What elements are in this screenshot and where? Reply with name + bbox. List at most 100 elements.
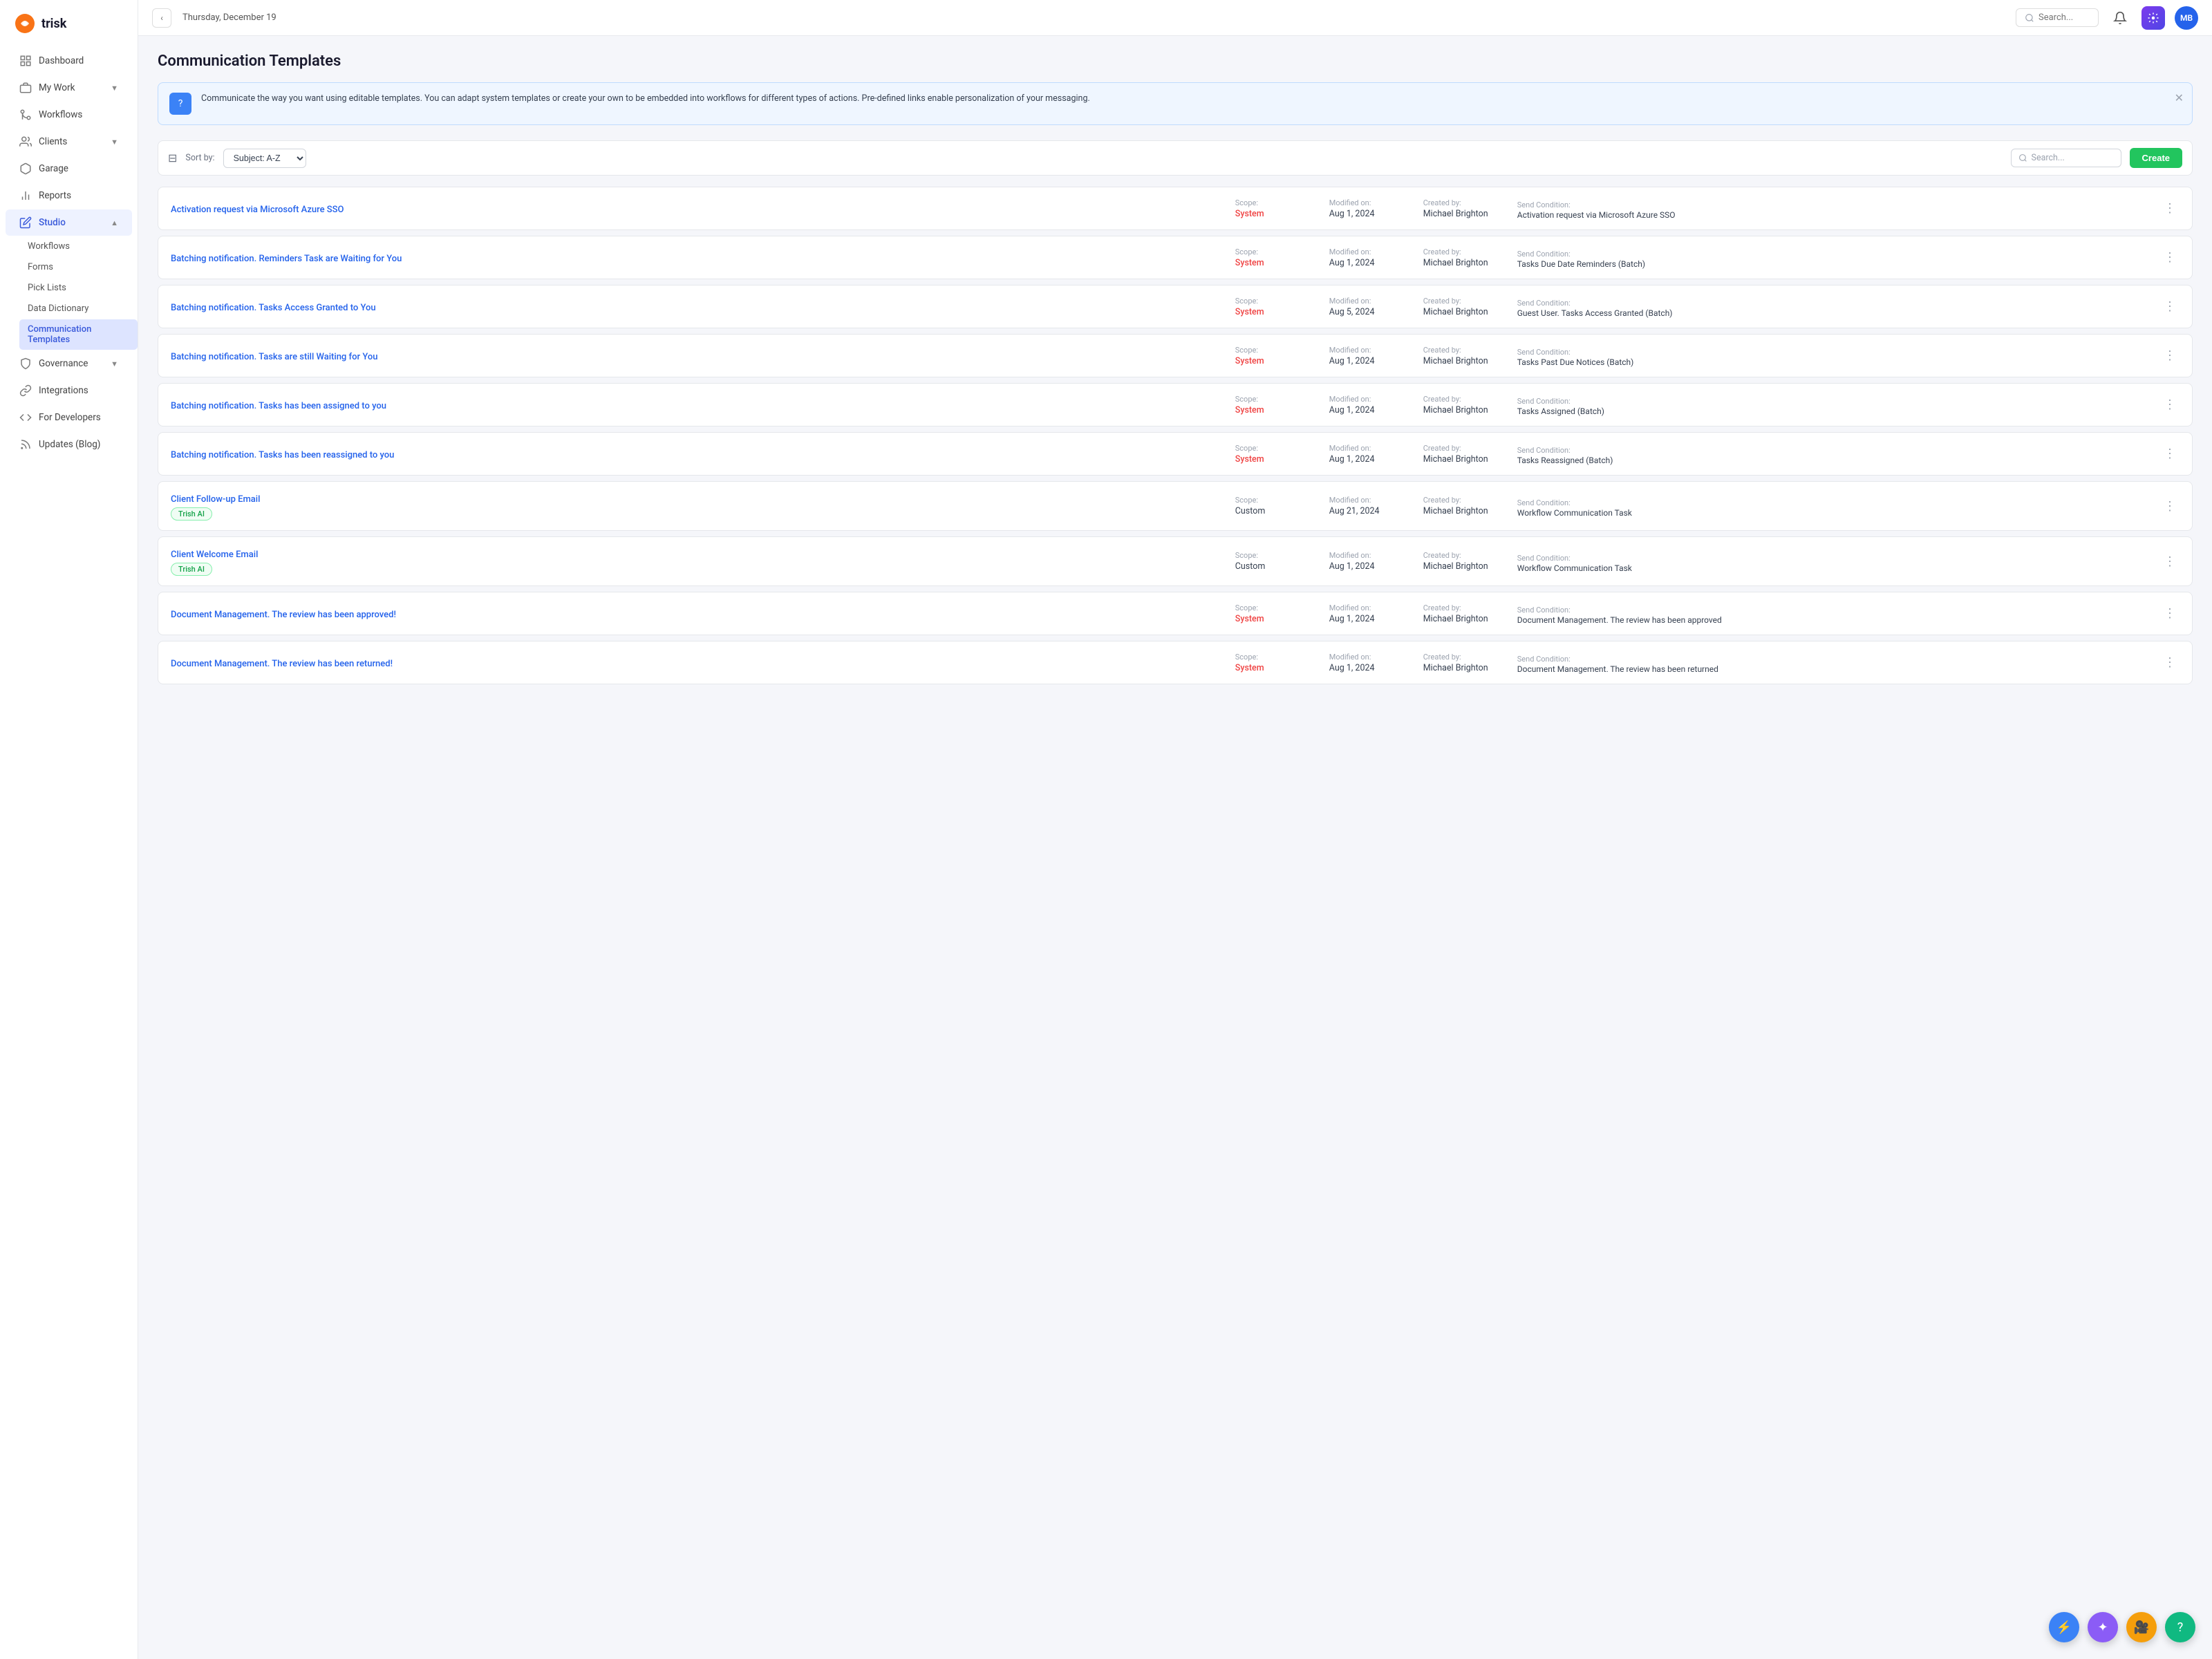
template-created-col: Created by: Michael Brighton [1423,496,1506,516]
edit-icon [19,216,32,229]
template-name-col: Client Welcome Email Trish AI [171,547,1224,576]
template-name-link[interactable]: Batching notification. Reminders Task ar… [171,254,402,264]
ai-avatar[interactable] [2141,6,2165,30]
send-condition-label: Send Condition: [1517,200,1571,209]
sidebar-item-pick-lists-sub[interactable]: Pick Lists [19,278,138,298]
main-content: Communication Templates ? Communicate th… [138,36,2212,1659]
template-menu-button[interactable]: ⋮ [2160,346,2180,366]
scope-label: Scope: [1235,551,1318,560]
send-condition-value: Document Management. The review has been… [1517,615,2149,625]
scope-label: Scope: [1235,653,1318,662]
modified-value: Aug 5, 2024 [1329,307,1412,317]
send-condition-value: Tasks Assigned (Batch) [1517,406,2149,416]
template-modified-col: Modified on: Aug 1, 2024 [1329,653,1412,673]
send-condition-value: Tasks Due Date Reminders (Batch) [1517,259,2149,269]
ai-icon [2147,12,2159,24]
topbar-search-label: Search... [2038,12,2073,23]
template-name-link[interactable]: Client Welcome Email [171,550,258,560]
sidebar-item-workflows-sub[interactable]: Workflows [19,236,138,256]
template-send-col: Send Condition: Tasks Past Due Notices (… [1517,344,2149,367]
template-name-link[interactable]: Client Follow-up Email [171,494,260,505]
template-row: Batching notification. Tasks are still W… [158,334,2193,377]
template-menu-button[interactable]: ⋮ [2160,297,2180,317]
fab-lightning-button[interactable]: ⚡ [2049,1612,2079,1642]
template-menu-button[interactable]: ⋮ [2160,444,2180,464]
scope-label: Scope: [1235,444,1318,453]
template-row: Batching notification. Tasks Access Gran… [158,285,2193,328]
fab-sparkle-button[interactable]: ✦ [2088,1612,2118,1642]
template-name-link[interactable]: Batching notification. Tasks has been re… [171,450,394,460]
user-avatar[interactable]: MB [2175,6,2198,30]
grid-icon [19,55,32,67]
sidebar-item-reports[interactable]: Reports [6,182,132,209]
created-value: Michael Brighton [1423,454,1506,465]
template-menu-button[interactable]: ⋮ [2160,248,2180,268]
template-name-link[interactable]: Document Management. The review has been… [171,610,396,620]
sidebar-item-my-work[interactable]: My Work ▼ [6,75,132,101]
info-banner-icon: ? [169,93,191,115]
sidebar-item-data-dictionary-sub[interactable]: Data Dictionary [19,299,138,319]
template-menu-button[interactable]: ⋮ [2160,395,2180,415]
template-menu-button[interactable]: ⋮ [2160,199,2180,218]
template-menu-button[interactable]: ⋮ [2160,653,2180,673]
collapse-sidebar-button[interactable]: ‹ [152,8,171,28]
workflow-icon [19,109,32,121]
modified-label: Modified on: [1329,297,1412,306]
sidebar-item-for-developers-label: For Developers [39,412,101,423]
template-created-col: Created by: Michael Brighton [1423,346,1506,366]
filter-icon[interactable]: ⊟ [168,151,177,165]
template-name-col: Batching notification. Tasks Access Gran… [171,300,1224,313]
code-icon [19,411,32,424]
modified-value: Aug 1, 2024 [1329,405,1412,415]
send-condition-label: Send Condition: [1517,655,1571,664]
sidebar-item-communication-templates-sub[interactable]: Communication Templates [19,319,138,350]
template-menu-button[interactable]: ⋮ [2160,552,2180,571]
send-condition-value: Guest User. Tasks Access Granted (Batch) [1517,308,2149,318]
create-button[interactable]: Create [2130,148,2182,168]
sort-select[interactable]: Subject: A-Z Subject: Z-A Modified Date … [223,149,306,168]
template-menu-button[interactable]: ⋮ [2160,604,2180,624]
sidebar-item-clients[interactable]: Clients ▼ [6,129,132,155]
template-row: Batching notification. Reminders Task ar… [158,236,2193,279]
template-row: Activation request via Microsoft Azure S… [158,187,2193,230]
sidebar-item-updates-blog[interactable]: Updates (Blog) [6,431,132,458]
fab-help-button[interactable]: ? [2165,1612,2195,1642]
template-created-col: Created by: Michael Brighton [1423,444,1506,465]
created-label: Created by: [1423,653,1506,662]
template-name-link[interactable]: Batching notification. Tasks are still W… [171,352,377,362]
template-menu-button[interactable]: ⋮ [2160,496,2180,516]
sidebar-item-garage[interactable]: Garage [6,156,132,182]
sidebar-item-dashboard[interactable]: Dashboard [6,48,132,74]
sidebar-item-forms-sub[interactable]: Forms [19,257,138,277]
template-name-link[interactable]: Document Management. The review has been… [171,659,393,669]
modified-label: Modified on: [1329,653,1412,662]
template-name-col: Document Management. The review has been… [171,656,1224,669]
sidebar-item-integrations[interactable]: Integrations [6,377,132,404]
template-scope-col: Scope: System [1235,444,1318,465]
template-name-link[interactable]: Batching notification. Tasks Access Gran… [171,303,376,313]
governance-arrow: ▼ [111,359,118,368]
template-modified-col: Modified on: Aug 21, 2024 [1329,496,1412,516]
sidebar-item-governance[interactable]: Governance ▼ [6,350,132,377]
created-label: Created by: [1423,297,1506,306]
template-search[interactable]: Search... [2011,149,2121,167]
created-label: Created by: [1423,603,1506,612]
topbar-search[interactable]: Search... [2016,8,2099,27]
template-scope-col: Scope: System [1235,346,1318,366]
send-condition-label: Send Condition: [1517,348,1571,357]
modified-value: Aug 1, 2024 [1329,454,1412,465]
template-name-link[interactable]: Batching notification. Tasks has been as… [171,401,386,411]
sidebar-item-studio[interactable]: Studio ▲ [6,209,132,236]
created-label: Created by: [1423,346,1506,355]
template-name-link[interactable]: Activation request via Microsoft Azure S… [171,205,344,215]
sidebar-item-workflows[interactable]: Workflows [6,102,132,128]
scope-label: Scope: [1235,297,1318,306]
trisk-logo-icon [14,12,36,35]
page-title: Communication Templates [158,53,2193,70]
sidebar-item-for-developers[interactable]: For Developers [6,404,132,431]
fab-camera-button[interactable]: 🎥 [2126,1612,2157,1642]
info-banner-close-button[interactable]: ✕ [2175,91,2184,104]
logo[interactable]: trisk [0,0,138,47]
notification-button[interactable] [2108,6,2132,30]
shield-icon [19,357,32,370]
